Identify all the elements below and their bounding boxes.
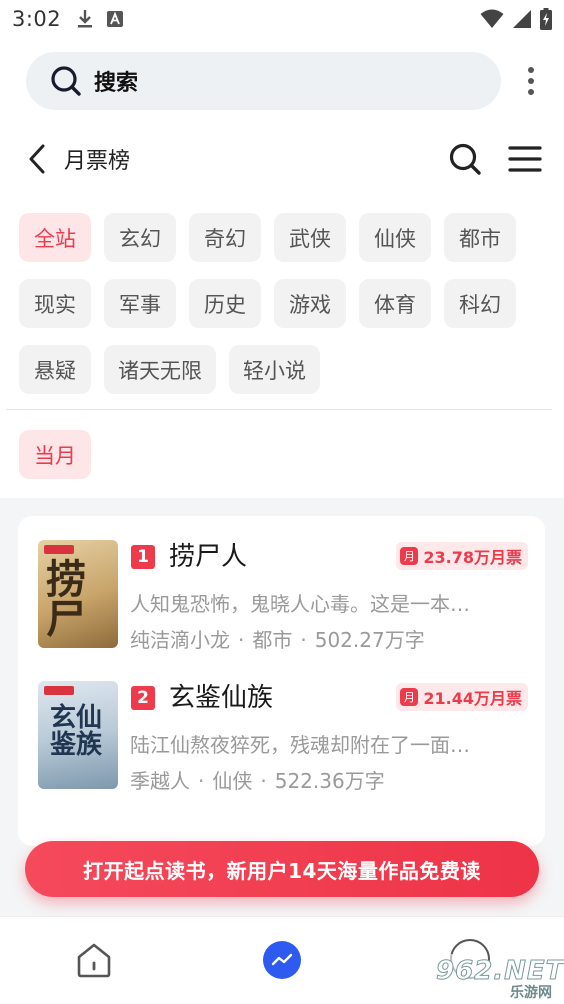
ticket-count: 21.44万月票	[423, 689, 522, 708]
book-word-count: 522.36万字	[274, 769, 385, 793]
book-meta: 纯洁滴小龙 · 都市 · 502.27万字	[130, 628, 425, 652]
period-chip[interactable]: 当月	[19, 430, 91, 479]
ticket-icon: 月	[400, 688, 419, 706]
category-chip[interactable]: 武侠	[274, 213, 346, 262]
search-icon	[51, 66, 81, 96]
watermark-logo: 962.NET 乐游网	[430, 954, 564, 1001]
ticket-badge: 月 21.44万月票	[396, 683, 528, 711]
menu-icon[interactable]	[508, 145, 542, 173]
ticket-badge: 月 23.78万月票	[396, 542, 528, 570]
search-label: 搜索	[94, 71, 139, 96]
category-filter: 全站 玄幻 奇幻 武侠 仙侠 都市 现实 军事 历史 游戏 体育 科幻 悬疑 诸…	[19, 213, 549, 411]
a-box-icon	[107, 11, 124, 27]
ticket-icon: 月	[400, 547, 419, 565]
category-chip[interactable]: 奇幻	[189, 213, 261, 262]
header-actions	[448, 142, 542, 176]
category-chip[interactable]: 现实	[19, 279, 91, 328]
category-chip[interactable]: 诸天无限	[104, 345, 216, 394]
battery-charging-icon	[540, 8, 552, 30]
book-description: 陆江仙熬夜猝死，残魂却附在了一面…	[130, 733, 470, 757]
more-options-icon[interactable]	[516, 52, 546, 110]
category-chip[interactable]: 军事	[104, 279, 176, 328]
home-icon[interactable]	[75, 941, 113, 979]
wifi-icon	[480, 9, 504, 28]
open-app-banner[interactable]: 打开起点读书，新用户14天海量作品免费读	[25, 841, 539, 897]
page-title: 月票榜	[64, 149, 131, 174]
book-word-count: 502.27万字	[314, 628, 425, 652]
discover-icon[interactable]	[263, 941, 301, 979]
category-chip[interactable]: 都市	[444, 213, 516, 262]
signal-icon	[513, 10, 531, 28]
rank-badge: 2	[131, 686, 155, 710]
book-title: 捞尸人	[169, 542, 248, 572]
list-item[interactable]: 玄仙 鉴族 2 玄鉴仙族 月 21.44万月票 陆江仙熬夜猝死，残魂却附在了一面……	[38, 681, 528, 793]
book-title: 玄鉴仙族	[169, 683, 274, 713]
status-icons-right	[480, 8, 552, 30]
category-chip[interactable]: 历史	[189, 279, 261, 328]
status-bar: 3:02	[0, 0, 564, 38]
search-input[interactable]: 搜索	[26, 52, 501, 110]
search-row: 搜索	[26, 52, 546, 110]
book-category: 都市	[252, 628, 293, 652]
list-item[interactable]: 捞尸 1 捞尸人 月 23.78万月票 人知鬼恐怖，鬼晓人心毒。这是一本… 纯洁…	[38, 540, 528, 652]
rank-badge: 1	[131, 545, 155, 569]
book-cover: 玄仙 鉴族	[38, 681, 118, 789]
book-meta: 季越人 · 仙侠 · 522.36万字	[130, 769, 385, 793]
category-chip[interactable]: 科幻	[444, 279, 516, 328]
category-chip[interactable]: 体育	[359, 279, 431, 328]
divider	[6, 409, 552, 410]
category-chip[interactable]: 游戏	[274, 279, 346, 328]
book-author: 纯洁滴小龙	[130, 628, 230, 652]
page-header: 月票榜	[0, 132, 564, 186]
ranking-list: 捞尸 1 捞尸人 月 23.78万月票 人知鬼恐怖，鬼晓人心毒。这是一本… 纯洁…	[18, 516, 545, 846]
download-icon	[78, 10, 93, 28]
category-chip[interactable]: 全站	[19, 213, 91, 262]
book-category: 仙侠	[212, 769, 253, 793]
back-arrow-icon[interactable]	[26, 143, 48, 175]
category-chip[interactable]: 仙侠	[359, 213, 431, 262]
period-filter: 当月	[19, 430, 549, 496]
status-time: 3:02	[12, 7, 62, 31]
category-chip[interactable]: 玄幻	[104, 213, 176, 262]
book-author: 季越人	[130, 769, 190, 793]
status-icons-left	[77, 9, 124, 29]
book-description: 人知鬼恐怖，鬼晓人心毒。这是一本…	[130, 592, 470, 616]
ticket-count: 23.78万月票	[423, 548, 522, 567]
watermark-sub: 乐游网	[510, 985, 552, 1001]
book-cover: 捞尸	[38, 540, 118, 648]
category-chip[interactable]: 轻小说	[229, 345, 320, 394]
category-chip[interactable]: 悬疑	[19, 345, 91, 394]
promo-text: 打开起点读书，新用户14天海量作品免费读	[83, 858, 481, 883]
search-icon[interactable]	[448, 142, 482, 176]
